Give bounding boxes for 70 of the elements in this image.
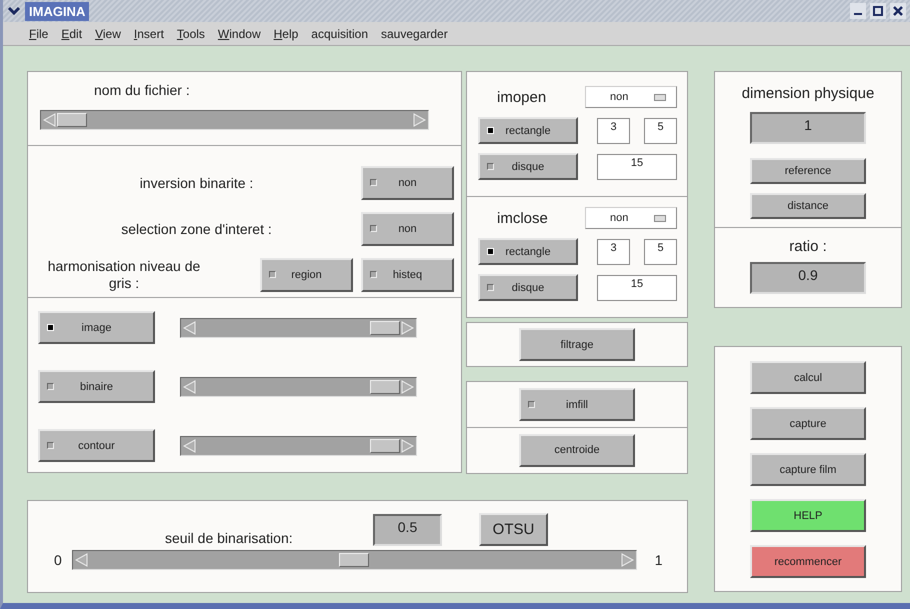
window-title: IMAGINA (25, 2, 90, 20)
slider[interactable] (180, 318, 417, 338)
menu-item[interactable]: sauvegarder (381, 26, 448, 40)
dimension-button[interactable]: distance (750, 193, 866, 219)
menu-item[interactable]: Window (218, 26, 261, 40)
dimension-button[interactable]: reference (750, 158, 866, 184)
slider-thumb[interactable] (56, 113, 87, 127)
input-field[interactable]: 3 (597, 118, 630, 144)
chevron-icon[interactable] (7, 6, 21, 16)
toggle-button[interactable]: imfill (519, 388, 635, 421)
popup-indicator-icon (654, 94, 666, 100)
slider[interactable] (72, 550, 637, 570)
toggle-button[interactable]: binaire (38, 370, 155, 403)
slider-thumb[interactable] (370, 380, 400, 394)
operation-title: imclose (497, 210, 548, 226)
centroide-button[interactable]: centroide (519, 434, 635, 466)
max-label: 1 (654, 552, 663, 568)
menu-item[interactable]: Insert (134, 26, 164, 40)
slider-thumb[interactable] (339, 553, 370, 567)
toggle-button[interactable]: contour (38, 429, 155, 462)
slider[interactable] (180, 376, 417, 396)
menu-item[interactable]: Tools (176, 26, 205, 40)
threshold-label: seuil de binarisation: (165, 530, 294, 546)
option-label: selection zone d'interet : (121, 220, 272, 238)
field-label: nom du fichier : (94, 82, 190, 98)
threshold-value: 0.5 (373, 514, 442, 546)
input-field[interactable]: 5 (644, 238, 677, 264)
option-label: inversion binarite : (140, 174, 254, 192)
toggle-button[interactable]: histeq (361, 258, 454, 292)
popup-indicator-icon (654, 214, 666, 222)
menu-item[interactable]: Help (274, 26, 298, 40)
otsu-button[interactable]: OTSU (479, 513, 548, 546)
action-button[interactable]: capture (750, 407, 866, 440)
menu-item[interactable]: Edit (61, 26, 82, 40)
filtrage-button[interactable]: filtrage (519, 328, 635, 361)
menu-item[interactable]: View (95, 26, 121, 40)
slider-thumb[interactable] (370, 320, 400, 334)
option-label: harmonisation niveau de gris : (46, 258, 202, 292)
action-button[interactable]: calcul (750, 361, 866, 394)
popup-menu[interactable]: non (585, 86, 677, 108)
operation-title: imopen (497, 88, 546, 106)
slider[interactable] (180, 436, 417, 456)
toggle-button[interactable]: region (260, 258, 353, 292)
maximize-icon[interactable] (870, 3, 886, 19)
action-button[interactable]: capture film (750, 453, 866, 486)
input-field[interactable]: 3 (597, 238, 630, 264)
toggle-button[interactable]: image (38, 311, 155, 344)
slider-thumb[interactable] (370, 438, 400, 452)
toggle-button[interactable]: non (361, 212, 454, 246)
toggle-button[interactable]: non (361, 166, 454, 200)
toggle-button[interactable]: rectangle (478, 117, 578, 144)
min-label: 0 (54, 552, 62, 568)
panel-title: dimension physique (742, 85, 874, 102)
toggle-button[interactable]: disque (478, 153, 578, 180)
popup-menu[interactable]: non (585, 207, 677, 229)
toggle-button[interactable]: disque (478, 274, 578, 301)
input-field[interactable]: 15 (597, 274, 677, 300)
menu-item[interactable]: acquisition (311, 26, 368, 40)
ratio-value: 0.9 (750, 262, 866, 294)
slider[interactable] (40, 110, 429, 130)
input-field[interactable]: 5 (644, 118, 677, 144)
close-icon[interactable] (890, 3, 906, 19)
input-field[interactable]: 15 (597, 154, 677, 180)
menu-item[interactable]: File (29, 26, 48, 40)
minimize-icon[interactable] (850, 3, 866, 19)
action-button[interactable]: HELP (750, 499, 866, 532)
ratio-label: ratio : (789, 238, 827, 255)
toggle-button[interactable]: rectangle (478, 238, 578, 265)
dimension-value: 1 (750, 112, 866, 144)
action-button[interactable]: recommencer (750, 545, 866, 578)
